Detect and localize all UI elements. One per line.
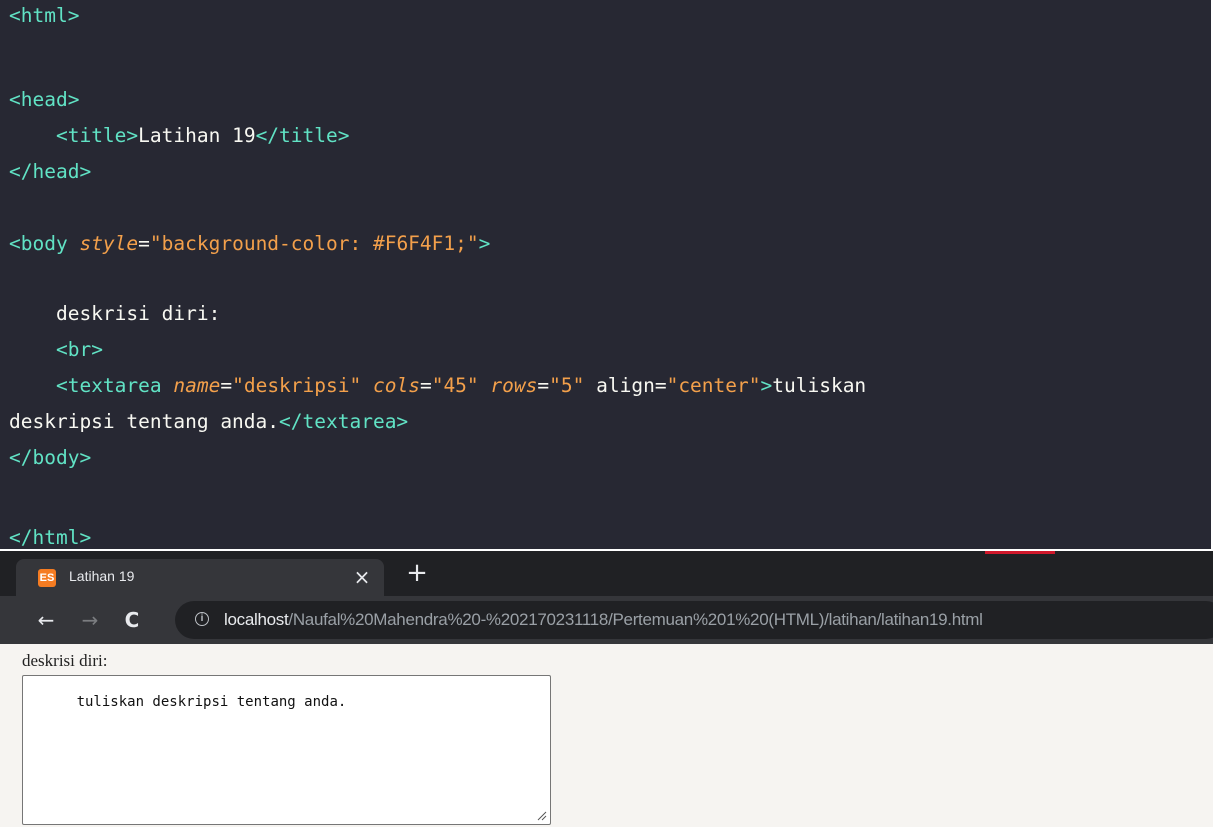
browser-window: ES Latihan 19 × + ← → C i localhost/Nauf…	[0, 551, 1213, 827]
code-line: </body>	[9, 446, 91, 470]
code-token: <html>	[9, 4, 80, 27]
code-token: "45"	[431, 374, 479, 397]
code-token: >	[478, 232, 491, 255]
code-token: name	[173, 374, 221, 397]
code-token: <br>	[55, 338, 103, 361]
code-token: style	[79, 232, 139, 255]
page-content: deskrisi diri: tuliskan deskripsi tentan…	[0, 644, 1213, 827]
code-line: <body style="background-color: #F6F4F1;"…	[9, 232, 490, 256]
code-token: </title>	[255, 124, 350, 147]
code-editor[interactable]: <html> <head> <title>Latihan 19</title> </…	[0, 0, 1211, 549]
code-token: =	[419, 374, 432, 397]
code-token: "center"	[666, 374, 761, 397]
code-token: =	[220, 374, 233, 397]
code-token: </html>	[9, 526, 92, 549]
code-token: "deskripsi"	[232, 374, 362, 397]
code-token: <head>	[9, 88, 80, 111]
code-line: deskrisi diri:	[9, 302, 220, 326]
code-line: <br>	[9, 338, 103, 362]
code-token: deskrisi diri:	[9, 302, 221, 325]
red-accent-bar	[985, 551, 1055, 554]
code-line: </html>	[9, 526, 91, 549]
code-token: =	[537, 374, 550, 397]
code-line: <title>Latihan 19</title>	[9, 124, 350, 148]
code-token: =	[138, 232, 150, 255]
description-textarea[interactable]: tuliskan deskripsi tentang anda.	[22, 675, 551, 825]
info-icon[interactable]: i	[195, 612, 209, 626]
tab-latihan-19[interactable]: ES Latihan 19 ×	[16, 559, 384, 596]
textarea-value: tuliskan deskripsi tentang anda.	[76, 694, 347, 710]
code-token: </body>	[9, 446, 92, 469]
url-text[interactable]: localhost/Naufal%20Mahendra%20-%20217023…	[224, 610, 983, 630]
code-token: >	[760, 374, 773, 397]
tab-title: Latihan 19	[69, 568, 135, 584]
code-token: "background-color: #F6F4F1;"	[149, 232, 479, 255]
code-token: deskripsi tentang anda.	[9, 410, 280, 433]
code-line: <html>	[9, 4, 79, 28]
new-tab-button[interactable]: +	[404, 560, 430, 586]
code-token: Latihan 19	[138, 124, 256, 147]
code-token: cols	[372, 374, 420, 397]
xampp-icon: ES	[38, 569, 56, 587]
url-path: /Naufal%20Mahendra%20-%202170231118/Pert…	[288, 610, 983, 629]
code-line: <head>	[9, 88, 79, 112]
browser-toolbar: ← → C i localhost/Naufal%20Mahendra%20-%…	[0, 596, 1213, 644]
code-token: "5"	[549, 374, 585, 397]
code-line: </head>	[9, 160, 91, 184]
resize-grip-icon[interactable]	[537, 811, 547, 821]
code-token: </textarea>	[279, 410, 409, 433]
back-button[interactable]: ←	[33, 607, 59, 633]
code-line: <textarea name="deskripsi" cols="45" row…	[9, 374, 866, 398]
code-token: <title>	[55, 124, 139, 147]
code-token: tuliskan	[772, 374, 867, 397]
close-icon[interactable]: ×	[351, 566, 373, 588]
tab-strip: ES Latihan 19 × +	[0, 551, 1213, 596]
code-token: <body	[9, 232, 80, 255]
code-token: <textarea	[55, 374, 174, 397]
code-token: rows	[490, 374, 538, 397]
address-bar[interactable]: i localhost/Naufal%20Mahendra%20-%202170…	[175, 601, 1213, 639]
url-host: localhost	[224, 610, 289, 629]
forward-button[interactable]: →	[77, 607, 103, 633]
code-line: deskripsi tentang anda.</textarea>	[9, 410, 408, 434]
code-token: =	[654, 374, 667, 397]
reload-button[interactable]: C	[119, 607, 145, 633]
code-token: align	[596, 374, 655, 397]
code-token: </head>	[9, 160, 92, 183]
description-label: deskrisi diri:	[22, 651, 108, 670]
